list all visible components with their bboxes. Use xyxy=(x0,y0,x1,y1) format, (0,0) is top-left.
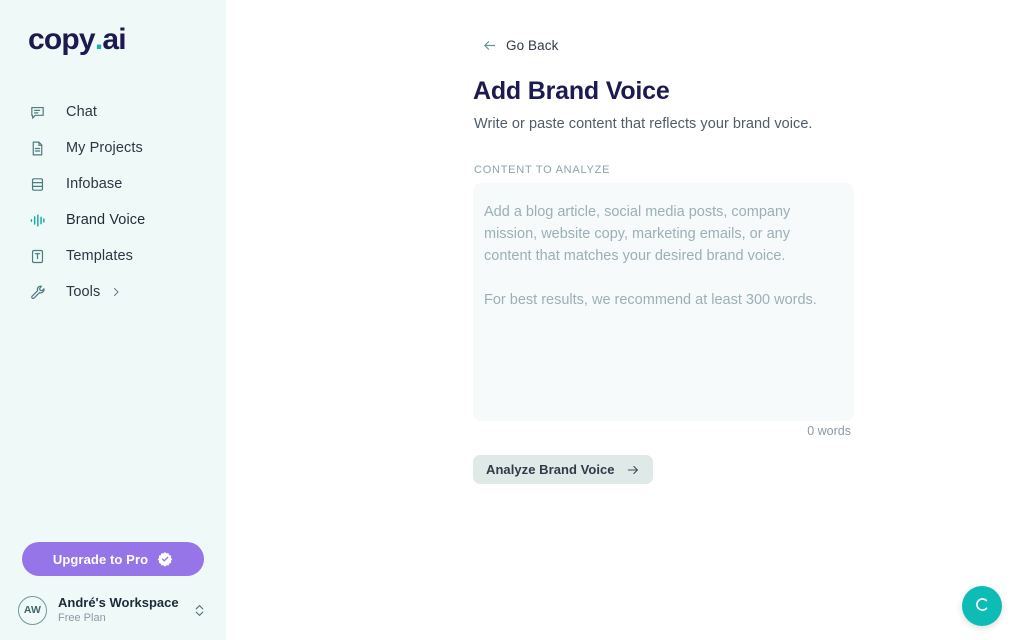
audio-bars-icon xyxy=(28,211,46,229)
upgrade-to-pro-label: Upgrade to Pro xyxy=(52,551,149,567)
analyze-brand-voice-label: Analyze Brand Voice xyxy=(486,462,615,477)
sidebar-item-brand-voice[interactable]: Brand Voice xyxy=(0,202,226,238)
workspace-name: André's Workspace xyxy=(58,595,179,610)
workspace-plan: Free Plan xyxy=(58,612,106,624)
copyai-c-icon xyxy=(973,595,992,617)
app-root: copy. ai Chat My Projects Infobase Brand… xyxy=(0,0,1024,640)
logo-text-ai: ai xyxy=(102,23,126,56)
sidebar-nav: Chat My Projects Infobase Brand Voice Te… xyxy=(0,94,226,310)
go-back-label: Go Back xyxy=(506,38,559,53)
chat-bubble-icon xyxy=(28,103,46,121)
sidebar-item-infobase[interactable]: Infobase xyxy=(0,166,226,202)
avatar: AW xyxy=(18,595,47,625)
content-to-analyze-input[interactable] xyxy=(473,183,854,421)
sidebar-item-label: Templates xyxy=(66,248,133,264)
content-to-analyze-label: CONTENT TO ANALYZE xyxy=(474,164,611,176)
arrow-left-icon xyxy=(482,38,497,53)
sidebar: copy. ai Chat My Projects Infobase Brand… xyxy=(0,0,226,640)
wrench-icon xyxy=(28,283,46,301)
template-icon xyxy=(28,247,46,265)
upgrade-to-pro-button[interactable]: Upgrade to Pro xyxy=(22,542,204,576)
workspace-text: André's Workspace Free Plan xyxy=(58,595,179,625)
sidebar-item-label: Infobase xyxy=(66,176,123,192)
database-icon xyxy=(28,175,46,193)
chevron-up-down-icon xyxy=(193,602,212,619)
copyai-logo[interactable]: copy. ai xyxy=(28,22,226,58)
sidebar-item-label: Chat xyxy=(66,104,98,120)
chevron-right-icon xyxy=(110,286,122,298)
word-count: 0 words xyxy=(807,424,851,438)
workspace-switcher[interactable]: AW André's Workspace Free Plan xyxy=(18,590,212,630)
content-editor-wrapper xyxy=(473,183,854,421)
logo-text-copy: copy xyxy=(28,23,96,56)
sidebar-item-label: Brand Voice xyxy=(66,212,146,228)
sidebar-item-templates[interactable]: Templates xyxy=(0,238,226,274)
verified-badge-icon xyxy=(157,551,173,567)
page-subtitle: Write or paste content that reflects you… xyxy=(474,116,813,132)
main-content: Go Back Add Brand Voice Write or paste c… xyxy=(226,0,1024,640)
arrow-right-icon xyxy=(626,463,640,477)
sidebar-item-chat[interactable]: Chat xyxy=(0,94,226,130)
sidebar-item-label: Tools xyxy=(66,284,101,300)
sidebar-item-label: My Projects xyxy=(66,140,143,156)
logo-dot: . xyxy=(94,23,103,56)
go-back-link[interactable]: Go Back xyxy=(482,38,558,53)
copyai-help-fab[interactable] xyxy=(962,586,1002,626)
page-title: Add Brand Voice xyxy=(473,77,670,105)
document-icon xyxy=(28,139,46,157)
sidebar-item-tools[interactable]: Tools xyxy=(0,274,226,310)
sidebar-item-my-projects[interactable]: My Projects xyxy=(0,130,226,166)
analyze-brand-voice-button[interactable]: Analyze Brand Voice xyxy=(473,455,653,484)
